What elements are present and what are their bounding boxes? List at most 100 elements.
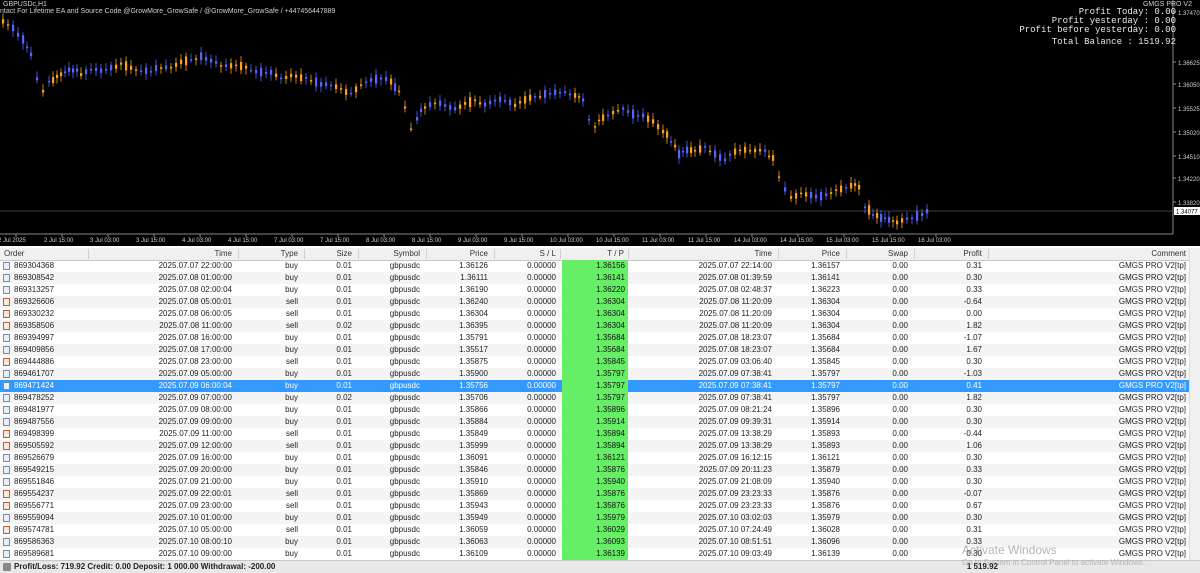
candle-body: [385, 77, 388, 81]
cell-order: 869498399: [14, 429, 55, 438]
column-header-close-price[interactable]: Price: [780, 248, 840, 260]
table-row[interactable]: 869574781 2025.07.10 05:00:00 sell 0.01 gbpu…: [0, 524, 1190, 536]
column-header-swap[interactable]: Swap: [848, 248, 908, 260]
column-header-comment[interactable]: Comment: [990, 248, 1186, 260]
cell-type: sell: [285, 309, 298, 318]
cell-swap: 0.00: [892, 297, 908, 306]
candle-body: [315, 77, 318, 87]
table-row[interactable]: 869313257 2025.07.08 02:00:04 buy 0.01 gbpus…: [0, 284, 1190, 296]
column-separator[interactable]: [988, 249, 989, 259]
candle-body: [810, 192, 813, 199]
cell-price: 1.35517: [459, 345, 488, 354]
table-row[interactable]: 869549215 2025.07.09 20:00:00 buy 0.01 gbpus…: [0, 464, 1190, 476]
column-header-type[interactable]: Type: [240, 248, 298, 260]
table-row[interactable]: 869498399 2025.07.09 11:00:00 sell 0.01 gbpu…: [0, 428, 1190, 440]
candle-body: [499, 96, 502, 102]
buy-order-icon: [3, 394, 10, 402]
column-separator[interactable]: [88, 249, 89, 259]
column-header-close-time[interactable]: Time: [630, 248, 772, 260]
column-separator[interactable]: [846, 249, 847, 259]
column-header-sl[interactable]: S / L: [496, 248, 556, 260]
buy-order-icon: [3, 286, 10, 294]
cell-symbol: gbpusdc: [389, 285, 420, 294]
candle-body: [12, 24, 15, 32]
candle-body: [449, 105, 452, 110]
table-row[interactable]: 869554237 2025.07.09 22:00:01 sell 0.01 gbpu…: [0, 488, 1190, 500]
cell-swap: 0.00: [892, 273, 908, 282]
table-row[interactable]: 869526679 2025.07.09 16:00:00 buy 0.01 gbpus…: [0, 452, 1190, 464]
candle-body: [815, 194, 818, 199]
column-header-symbol[interactable]: Symbol: [360, 248, 420, 260]
buy-order-icon: [3, 418, 10, 426]
candle-body: [582, 98, 585, 102]
price-chart[interactable]: 1.37470 1.36625 1.36050 1.35525 1.35020 1.345…: [0, 0, 1200, 246]
column-separator[interactable]: [560, 249, 561, 259]
candle-body: [100, 68, 103, 73]
column-header-order[interactable]: Order: [4, 248, 84, 260]
activate-windows-watermark: Activate Windows: [962, 543, 1057, 557]
column-separator[interactable]: [914, 249, 915, 259]
column-separator[interactable]: [628, 249, 629, 259]
column-header-price[interactable]: Price: [428, 248, 488, 260]
candle-body: [305, 76, 308, 79]
cell-profit: 0.30: [966, 453, 982, 462]
table-row[interactable]: 869326606 2025.07.08 05:00:01 sell 0.01 gbpu…: [0, 296, 1190, 308]
table-row[interactable]: 869481977 2025.07.09 08:00:00 buy 0.01 gbpus…: [0, 404, 1190, 416]
cell-symbol: gbpusdc: [389, 261, 420, 270]
time-tick-label: 2 Jul 15:00: [44, 238, 74, 244]
column-separator[interactable]: [494, 249, 495, 259]
table-row[interactable]: 869330232 2025.07.08 06:00:05 sell 0.01 gbpu…: [0, 308, 1190, 320]
time-tick-label: 10 Jul 03:00: [550, 238, 583, 244]
candle-body: [876, 213, 879, 219]
cell-type: sell: [285, 429, 298, 438]
table-scrollbar[interactable]: [1189, 248, 1200, 560]
cell-profit: 0.31: [966, 261, 982, 270]
table-row[interactable]: 869505592 2025.07.09 12:00:00 sell 0.01 gbpu…: [0, 440, 1190, 452]
column-separator[interactable]: [358, 249, 359, 259]
table-row[interactable]: 869461707 2025.07.09 05:00:00 buy 0.01 gbpus…: [0, 368, 1190, 380]
candle-body: [42, 89, 45, 93]
table-row[interactable]: 869358506 2025.07.08 11:00:00 sell 0.02 gbpu…: [0, 320, 1190, 332]
column-header-size[interactable]: Size: [306, 248, 352, 260]
candle-body: [444, 104, 447, 107]
cell-close-price: 1.35893: [811, 441, 840, 450]
table-row[interactable]: 869556771 2025.07.09 23:00:00 sell 0.01 gbpu…: [0, 500, 1190, 512]
candle-body: [714, 150, 717, 158]
candle-body: [888, 216, 891, 223]
table-row[interactable]: 869394997 2025.07.08 16:00:00 buy 0.01 gbpus…: [0, 332, 1190, 344]
cell-symbol: gbpusdc: [389, 393, 420, 402]
cell-time: 2025.07.10 08:00:10: [158, 537, 232, 546]
cell-profit: -1.03: [963, 369, 982, 378]
candle-body: [424, 106, 427, 109]
column-header-tp[interactable]: T / P: [562, 248, 624, 260]
cell-order: 869556771: [14, 501, 55, 510]
cell-close-price: 1.35845: [811, 357, 840, 366]
table-row[interactable]: 869308542 2025.07.08 01:00:00 buy 0.01 gbpus…: [0, 272, 1190, 284]
candle-body: [784, 187, 787, 192]
column-separator[interactable]: [426, 249, 427, 259]
candle-body: [514, 103, 517, 108]
column-separator[interactable]: [238, 249, 239, 259]
table-row[interactable]: 869487556 2025.07.09 09:00:00 buy 0.01 gbpus…: [0, 416, 1190, 428]
table-row[interactable]: 869471424 2025.07.09 06:00:04 buy 0.01 gbpus…: [0, 380, 1190, 392]
cell-close-price: 1.36304: [811, 297, 840, 306]
cell-comment: GMGS PRO V2[tp]: [1118, 513, 1186, 522]
candle-body: [110, 64, 113, 71]
cell-swap: 0.00: [892, 477, 908, 486]
cell-comment: GMGS PRO V2[tp]: [1118, 261, 1186, 270]
table-row[interactable]: 869478252 2025.07.09 07:00:00 buy 0.02 gbpus…: [0, 392, 1190, 404]
column-separator[interactable]: [778, 249, 779, 259]
candle-body: [145, 67, 148, 75]
table-row[interactable]: 869559094 2025.07.10 01:00:00 buy 0.01 gbpus…: [0, 512, 1190, 524]
column-header-profit[interactable]: Profit: [916, 248, 982, 260]
column-header-time[interactable]: Time: [90, 248, 232, 260]
table-row[interactable]: 869304368 2025.07.07 22:00:00 buy 0.01 gbpus…: [0, 260, 1190, 272]
table-row[interactable]: 869444886 2025.07.08 23:00:00 sell 0.01 gbpu…: [0, 356, 1190, 368]
table-row[interactable]: 869551846 2025.07.09 21:00:00 buy 0.01 gbpus…: [0, 476, 1190, 488]
cell-profit: 0.30: [966, 273, 982, 282]
column-separator[interactable]: [304, 249, 305, 259]
candle-body: [115, 64, 118, 69]
table-row[interactable]: 869409856 2025.07.08 17:00:00 buy 0.01 gbpus…: [0, 344, 1190, 356]
trade-history-table: Order Time Type Size Symbol Price S / L T / P Ti…: [0, 248, 1200, 560]
cell-symbol: gbpusdc: [389, 381, 420, 390]
